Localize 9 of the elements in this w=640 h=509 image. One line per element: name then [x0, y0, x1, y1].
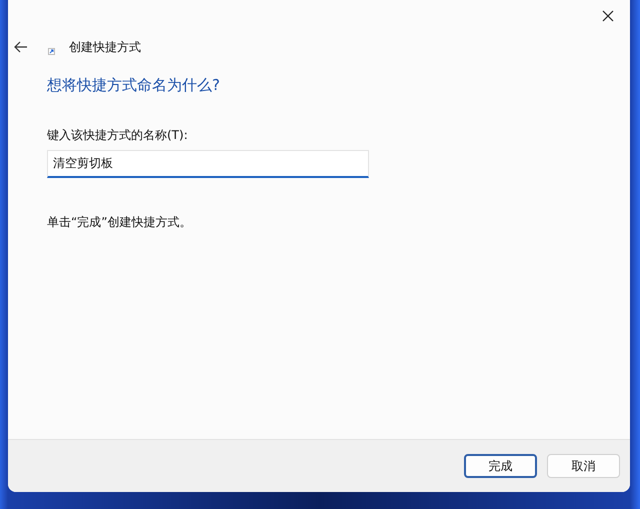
field-label: 键入该快捷方式的名称(T): [47, 127, 188, 144]
dialog-button[interactable]: 完成 [464, 454, 537, 478]
wizard-title: 创建快捷方式 [69, 38, 141, 56]
back-arrow-icon[interactable] [14, 40, 30, 54]
dialog-button[interactable]: 取消 [547, 454, 620, 478]
page-heading: 想将快捷方式命名为什么? [47, 76, 220, 95]
shortcut-icon [48, 48, 55, 54]
instruction-text: 单击“完成”创建快捷方式。 [47, 214, 192, 231]
name-input-field[interactable]: 清空剪切板 [47, 150, 369, 178]
